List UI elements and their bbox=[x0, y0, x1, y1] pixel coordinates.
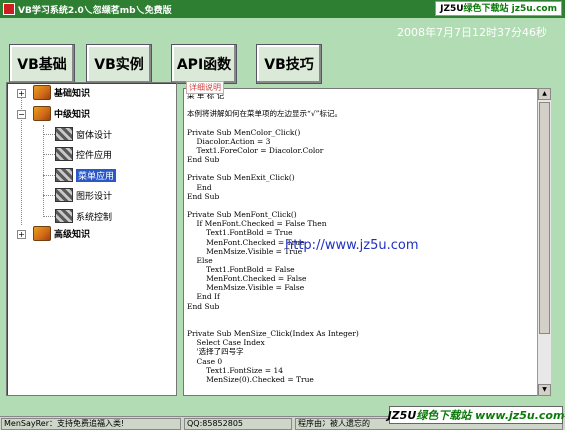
scroll-up-icon[interactable]: ▲ bbox=[538, 88, 551, 100]
tree-node-basic[interactable]: 基础知识 bbox=[33, 85, 90, 100]
image-icon bbox=[55, 188, 73, 202]
tree-line bbox=[43, 125, 44, 217]
image-icon bbox=[55, 209, 73, 223]
vb-examples-button[interactable]: VB实例 bbox=[86, 44, 152, 84]
detail-label: 详细说明 bbox=[186, 81, 224, 94]
tree-node-label: 系统控制 bbox=[76, 212, 113, 223]
tree-node-form-design[interactable]: 窗体设计 bbox=[55, 127, 112, 141]
book-icon bbox=[33, 85, 51, 100]
datetime-display: 2008年7月7日12时37分46秒 bbox=[397, 26, 547, 39]
tree-line bbox=[43, 216, 55, 217]
scroll-down-icon[interactable]: ▼ bbox=[538, 384, 551, 396]
book-icon bbox=[33, 106, 51, 121]
tree-node-label: 图形设计 bbox=[76, 191, 113, 202]
watermark-top: JZ5U绿色下载站 jz5u.com bbox=[435, 1, 562, 16]
tree-node-system-control[interactable]: 系统控制 bbox=[55, 209, 112, 223]
book-icon bbox=[33, 226, 51, 241]
tree-line bbox=[43, 154, 55, 155]
status-panel-left: MenSayRer：支持免费追福入类! bbox=[1, 418, 181, 430]
tree-node-label: 高级知识 bbox=[54, 230, 91, 240]
vb-basics-button[interactable]: VB基础 bbox=[9, 44, 75, 84]
scroll-thumb[interactable] bbox=[539, 102, 550, 334]
watermark-bottom: JZ5U 绿色下载站 www.jz5u.com bbox=[387, 406, 565, 424]
watermark-text: 绿色下载站 jz5u.com bbox=[463, 4, 557, 14]
category-tree[interactable]: + 基础知识 − 中级知识 窗体设计 控件应用 菜单应用 图形设计 系统控制 +… bbox=[6, 82, 177, 396]
expand-icon[interactable]: + bbox=[17, 230, 26, 239]
image-icon bbox=[55, 127, 73, 141]
tree-node-graphics-design[interactable]: 图形设计 bbox=[55, 188, 112, 202]
vb-tips-button[interactable]: VB技巧 bbox=[256, 44, 322, 84]
vertical-scrollbar[interactable]: ▲ ▼ bbox=[537, 88, 551, 396]
tree-node-intermediate[interactable]: 中级知识 bbox=[33, 106, 90, 121]
api-functions-button[interactable]: API函数 bbox=[171, 44, 237, 84]
expand-icon[interactable]: + bbox=[17, 89, 26, 98]
watermark-text: 绿色下载站 www.jz5u.com bbox=[416, 409, 565, 422]
status-panel-qq: QQ:85852805 bbox=[184, 418, 292, 430]
tree-node-label-selected: 菜单应用 bbox=[76, 168, 117, 182]
tree-line bbox=[43, 134, 55, 135]
watermark-brand: JZ5U bbox=[440, 4, 464, 14]
watermark-url: http://www.jz5u.com bbox=[285, 238, 419, 253]
tree-node-label: 控件应用 bbox=[76, 150, 113, 161]
watermark-brand: JZ5U bbox=[387, 408, 417, 422]
tree-node-menu-apps[interactable]: 菜单应用 bbox=[55, 168, 117, 182]
tree-line bbox=[43, 175, 55, 176]
window-title: VB学习系统2.0乀忽缬茗mb乀免费版 bbox=[18, 5, 172, 16]
tree-node-advanced[interactable]: 高级知识 bbox=[33, 226, 90, 241]
app-icon bbox=[3, 3, 15, 15]
tree-node-control-apps[interactable]: 控件应用 bbox=[55, 147, 112, 161]
tree-line bbox=[43, 195, 55, 196]
tree-node-label: 窗体设计 bbox=[76, 130, 113, 141]
collapse-icon[interactable]: − bbox=[17, 110, 26, 119]
tree-node-label: 中级知识 bbox=[54, 110, 91, 120]
tree-node-label: 基础知识 bbox=[54, 89, 91, 99]
image-icon bbox=[55, 168, 73, 182]
image-icon bbox=[55, 147, 73, 161]
